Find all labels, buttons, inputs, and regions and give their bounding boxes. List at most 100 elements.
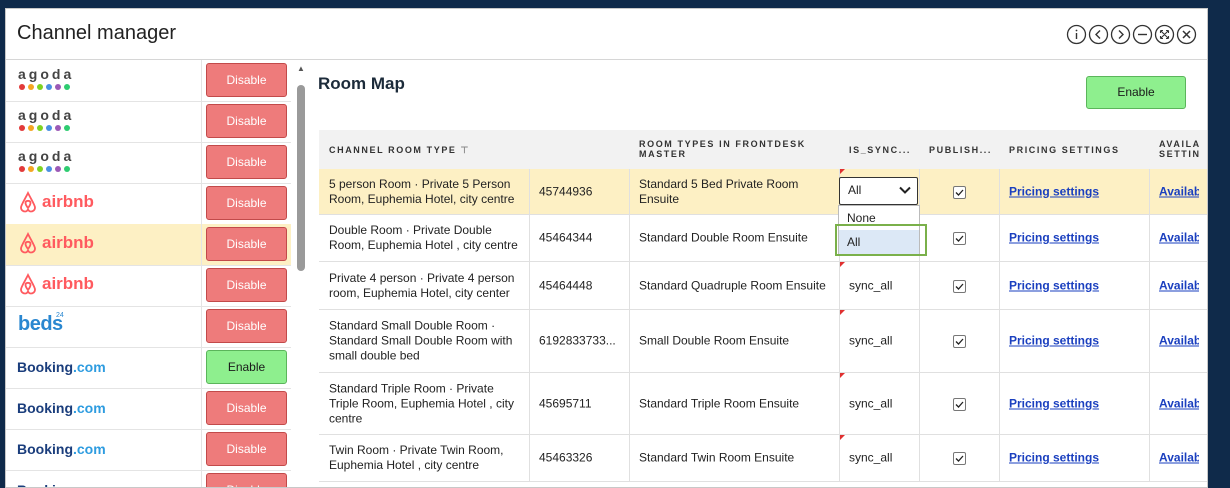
pricing-settings-link[interactable]: Pricing settings — [1009, 278, 1099, 292]
channel-room-type-cell: Twin Room · Private Twin Room, Euphemia … — [329, 443, 504, 472]
channel-row-airbnb-selected[interactable]: airbnb Disable — [6, 224, 291, 266]
published-checkbox[interactable] — [953, 232, 966, 245]
channel-row-airbnb[interactable]: airbnb Disable — [6, 183, 291, 225]
channel-room-type-cell: Double Room · Private Double Room, Euphe… — [329, 223, 518, 252]
disable-button[interactable]: Disable — [206, 309, 287, 343]
published-checkbox[interactable] — [953, 185, 966, 199]
channel-logo: agoda — [6, 60, 202, 101]
channel-row-agoda[interactable]: agoda Disable — [6, 101, 291, 143]
table-row[interactable]: Standard Small Double Room · Standard Sm… — [319, 310, 1207, 373]
frontdesk-room-type-cell: Standard Quadruple Room Ensuite — [639, 278, 826, 292]
frontdesk-room-type-cell: Small Double Room Ensuite — [639, 333, 790, 348]
frontdesk-room-type-cell: Standard 5 Bed Private Room Ensuite — [639, 176, 799, 206]
next-icon[interactable] — [1110, 24, 1131, 45]
availability-settings-link[interactable]: Availab — [1159, 334, 1199, 348]
changed-flag — [840, 435, 845, 440]
sync-value-cell[interactable]: sync_all — [849, 396, 911, 411]
airbnb-logo: airbnb — [18, 232, 94, 254]
published-checkbox[interactable] — [953, 279, 966, 293]
column-header-availability[interactable]: AVAILA SETTIN — [1159, 139, 1201, 159]
disable-button[interactable]: Disable — [206, 186, 287, 220]
channel-row-agoda[interactable]: agoda Disable — [6, 142, 291, 184]
sync-value-cell[interactable]: sync_all — [849, 451, 911, 466]
room-id-cell: 45463326 — [539, 450, 593, 465]
table-row[interactable]: Standard Triple Room · Private Triple Ro… — [319, 373, 1207, 435]
channel-logo: beds 24 — [6, 306, 202, 347]
agoda-logo: agoda — [18, 66, 74, 90]
window-controls — [1066, 24, 1197, 45]
sync-select[interactable]: All — [839, 177, 918, 205]
disable-button[interactable]: Disable — [206, 268, 287, 302]
column-header-pricing[interactable]: PRICING SETTINGS — [1009, 145, 1120, 155]
availability-settings-link[interactable]: Availab — [1159, 231, 1199, 245]
pricing-settings-link[interactable]: Pricing settings — [1009, 396, 1099, 410]
channel-logo: agoda — [6, 101, 202, 142]
sync-value-cell[interactable]: sync_all — [849, 334, 911, 349]
disable-button[interactable]: Disable — [206, 227, 287, 261]
column-header-is-sync[interactable]: IS_SYNC... — [849, 145, 911, 155]
beds24-logo: beds 24 — [18, 312, 64, 335]
booking-logo: Booking.com — [17, 359, 106, 375]
table-row[interactable]: Twin Room · Private Twin Room, Euphemia … — [319, 435, 1207, 482]
availability-settings-link[interactable]: Availab — [1159, 451, 1199, 465]
channel-manager-window: Channel manager agoda Disable agoda Disa… — [5, 8, 1208, 488]
availability-settings-link[interactable]: Availab — [1159, 396, 1199, 410]
table-row[interactable]: Double Room · Private Double Room, Euphe… — [319, 215, 1207, 262]
channel-list-scrollbar[interactable]: ▲ — [296, 60, 306, 487]
minimize-icon[interactable] — [1132, 24, 1153, 45]
disable-button[interactable]: Disable — [206, 104, 287, 138]
scrollbar-thumb[interactable] — [297, 85, 305, 271]
chevron-down-icon — [897, 182, 913, 203]
pricing-settings-link[interactable]: Pricing settings — [1009, 231, 1099, 245]
info-icon[interactable] — [1066, 24, 1087, 45]
changed-flag — [840, 169, 845, 174]
room-id-cell: 45695711 — [539, 396, 592, 410]
availability-settings-link[interactable]: Availab — [1159, 278, 1199, 292]
sync-value-cell[interactable]: sync_all — [849, 278, 911, 293]
enable-button[interactable]: Enable — [206, 350, 287, 384]
sync-select-value: All — [848, 183, 862, 197]
disable-button[interactable]: Disable — [206, 63, 287, 97]
column-header-room-types[interactable]: ROOM TYPES IN FRONTDESK MASTER — [639, 139, 806, 159]
disable-button[interactable]: Disable — [206, 391, 287, 425]
airbnb-logo: airbnb — [18, 191, 94, 213]
booking-logo: Booking.com — [17, 400, 106, 416]
channel-row-beds24[interactable]: beds 24 Disable — [6, 306, 291, 348]
disable-button[interactable]: Disable — [206, 145, 287, 179]
channel-logo: agoda — [6, 142, 202, 183]
close-icon[interactable] — [1176, 24, 1197, 45]
channel-row-booking[interactable]: Booking.com Disable — [6, 470, 291, 487]
table-row[interactable]: 5 person Room · Private 5 Person Room, E… — [319, 169, 1207, 215]
table-row[interactable]: Private 4 person · Private 4 person room… — [319, 262, 1207, 310]
column-header-channel-room-type[interactable]: CHANNEL ROOM TYPE ⊤ — [329, 145, 468, 155]
channel-row-booking[interactable]: Booking.com Enable — [6, 347, 291, 389]
pricing-settings-link[interactable]: Pricing settings — [1009, 334, 1099, 348]
availability-settings-link[interactable]: Availab — [1159, 184, 1199, 198]
scroll-up-icon[interactable]: ▲ — [296, 64, 306, 73]
airbnb-logo: airbnb — [18, 273, 94, 295]
disable-button[interactable]: Disable — [206, 432, 287, 466]
room-id-cell: 45744936 — [539, 184, 593, 198]
changed-flag — [840, 373, 845, 378]
channel-room-type-cell: Standard Small Double Room · Standard Sm… — [329, 318, 513, 363]
pricing-settings-link[interactable]: Pricing settings — [1009, 451, 1099, 465]
enable-button[interactable]: Enable — [1086, 76, 1186, 109]
channel-logo: Booking.com — [6, 388, 202, 429]
page-title: Room Map — [318, 74, 405, 93]
published-checkbox[interactable] — [953, 397, 966, 411]
channel-row-booking[interactable]: Booking.com Disable — [6, 429, 291, 471]
previous-icon[interactable] — [1088, 24, 1109, 45]
booking-logo: Booking.com — [17, 441, 106, 457]
sort-icon[interactable]: ⊤ — [461, 145, 469, 155]
published-checkbox[interactable] — [953, 335, 966, 348]
pricing-settings-link[interactable]: Pricing settings — [1009, 184, 1099, 198]
channel-row-airbnb[interactable]: airbnb Disable — [6, 265, 291, 307]
published-checkbox[interactable] — [953, 452, 966, 465]
channel-row-agoda[interactable]: agoda Disable — [6, 60, 291, 102]
channel-row-booking[interactable]: Booking.com Disable — [6, 388, 291, 430]
frontdesk-room-type-cell: Standard Double Room Ensuite — [639, 230, 808, 245]
expand-icon[interactable] — [1154, 24, 1175, 45]
highlight-box — [835, 224, 927, 256]
channel-room-type-cell: Standard Triple Room · Private Triple Ro… — [329, 381, 514, 425]
column-header-publish[interactable]: PUBLISH... — [929, 145, 992, 155]
